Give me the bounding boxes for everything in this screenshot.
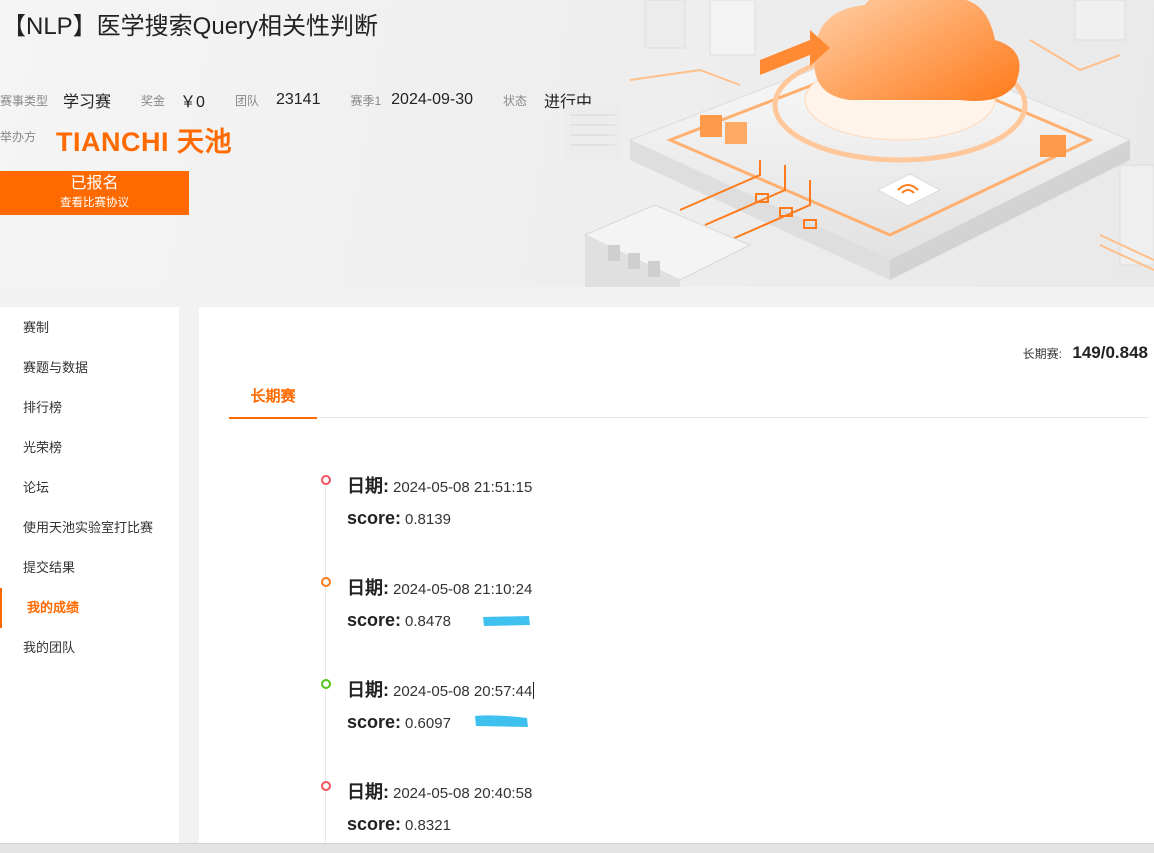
meta-season-label: 赛季1	[350, 93, 382, 108]
meta-prize-value: ￥0	[180, 94, 205, 111]
tabs-divider	[229, 417, 1149, 418]
date-key: 日期:	[347, 680, 389, 700]
signup-status-label: 已报名	[70, 175, 119, 192]
sidebar-item-rules[interactable]: 赛制	[0, 308, 179, 348]
score-entry: 日期: 2024-05-08 20:40:58 score: 0.8321	[319, 781, 919, 843]
entry-score: 0.8478	[405, 613, 451, 630]
competition-banner: 【NLP】医学搜索Query相关性判断 赛事类型 学习赛 奖金 ￥0 团队 23…	[0, 0, 1154, 287]
text-cursor	[533, 682, 535, 699]
timeline-dot	[321, 679, 331, 689]
summary-label: 长期赛:	[1022, 347, 1062, 361]
score-key: score:	[347, 610, 402, 630]
banner-illustration	[565, 0, 1154, 287]
score-entry: 日期: 2024-05-08 20:57:44 score: 0.6097	[319, 679, 919, 759]
tab-long-term[interactable]: 长期赛	[229, 377, 317, 419]
meta-team-value: 23141	[275, 91, 321, 108]
entry-score: 0.8321	[405, 817, 451, 834]
sidebar-item-problem-data[interactable]: 赛题与数据	[0, 348, 179, 388]
long-term-score-summary: 长期赛: 149/0.848	[1023, 343, 1148, 363]
redaction-scribble	[475, 715, 528, 727]
date-key: 日期:	[347, 476, 389, 496]
horizontal-scrollbar[interactable]	[0, 843, 1154, 853]
sidebar-item-my-team[interactable]: 我的团队	[0, 628, 179, 668]
timeline-dot	[321, 781, 331, 791]
organizer-label: 举办方	[0, 130, 37, 144]
sidebar-item-submit-results[interactable]: 提交结果	[0, 548, 179, 588]
date-key: 日期:	[347, 782, 389, 802]
entry-date: 2024-05-08 21:51:15	[393, 479, 533, 496]
timeline-dot	[321, 577, 331, 587]
competition-title: 【NLP】医学搜索Query相关性判断	[2, 13, 379, 40]
entry-date: 2024-05-08 20:40:58	[393, 785, 533, 802]
entry-date: 2024-05-08 21:10:24	[393, 581, 533, 598]
meta-season-value: 2024-09-30	[391, 91, 473, 108]
my-scores-panel: 长期赛: 149/0.848 长期赛 日期: 2024-05-08 21:51:1…	[199, 307, 1154, 843]
view-agreement-link[interactable]: 查看比赛协议	[0, 195, 189, 211]
sidebar-item-leaderboard[interactable]: 排行榜	[0, 388, 179, 428]
tianchi-logo[interactable]: TIANCHI 天池	[56, 120, 232, 159]
sidebar-item-forum[interactable]: 论坛	[0, 468, 179, 508]
signup-button[interactable]: 已报名 查看比赛协议	[0, 171, 189, 215]
entry-score: 0.6097	[405, 715, 451, 732]
entry-date: 2024-05-08 20:57:44	[393, 683, 533, 700]
sidebar-nav: 赛制 赛题与数据 排行榜 光荣榜 论坛 使用天池实验室打比赛 提交结果 我的成绩…	[0, 307, 179, 853]
meta-prize-label: 奖金	[141, 93, 166, 108]
sidebar-item-tianchi-lab[interactable]: 使用天池实验室打比赛	[0, 508, 179, 548]
meta-row: 赛事类型 学习赛 奖金 ￥0 团队 23141 赛季1 2024-09-30 状…	[0, 89, 592, 111]
score-key: score:	[347, 814, 402, 834]
redaction-scribble	[483, 616, 530, 626]
sidebar-item-honor-board[interactable]: 光荣榜	[0, 428, 179, 468]
score-entry: 日期: 2024-05-08 21:10:24 score: 0.8478	[319, 577, 919, 657]
entry-score: 0.8139	[405, 511, 451, 528]
score-entry: 日期: 2024-05-08 21:51:15 score: 0.8139	[319, 475, 919, 555]
score-key: score:	[347, 712, 402, 732]
sidebar-item-my-scores[interactable]: 我的成绩	[0, 588, 179, 628]
meta-type-label: 赛事类型	[0, 93, 49, 108]
meta-type-value: 学习赛	[63, 94, 112, 111]
meta-status-label: 状态	[503, 93, 528, 108]
date-key: 日期:	[347, 578, 389, 598]
score-key: score:	[347, 508, 402, 528]
meta-team-label: 团队	[234, 93, 259, 108]
timeline-dot	[321, 475, 331, 485]
summary-value: 149/0.848	[1072, 343, 1148, 362]
